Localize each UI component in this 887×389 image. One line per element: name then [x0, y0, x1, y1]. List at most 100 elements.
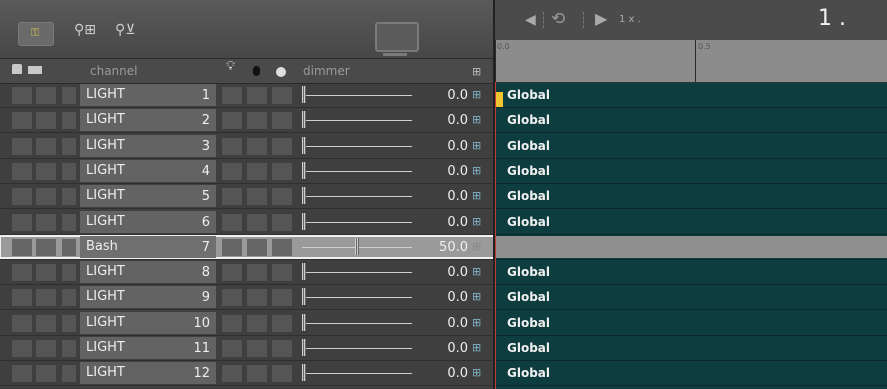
- visibility-toggle[interactable]: [36, 239, 56, 256]
- slider-knob[interactable]: [302, 162, 306, 179]
- row-handle[interactable]: [62, 112, 76, 129]
- track-band[interactable]: Global: [495, 109, 887, 131]
- bulb-off-toggle[interactable]: [247, 214, 267, 231]
- dimmer-slider[interactable]: [298, 185, 416, 207]
- track-band[interactable]: Global: [495, 362, 887, 384]
- lock-toggle[interactable]: [12, 264, 32, 281]
- visibility-toggle[interactable]: [36, 289, 56, 306]
- row-handle[interactable]: [62, 365, 76, 382]
- dimmer-slider[interactable]: [298, 261, 416, 283]
- dimmer-slider[interactable]: [298, 286, 416, 308]
- dot-toggle[interactable]: [272, 214, 292, 231]
- grid-icon[interactable]: ⊞: [472, 113, 481, 126]
- dimmer-slider[interactable]: [298, 337, 416, 359]
- channel-name-box[interactable]: LIGHT 4: [80, 160, 216, 182]
- dimmer-value[interactable]: 0.0: [420, 164, 468, 179]
- row-handle[interactable]: [62, 138, 76, 155]
- bulb-toggle[interactable]: [222, 112, 242, 129]
- slider-knob[interactable]: [302, 213, 306, 230]
- dimmer-value[interactable]: 0.0: [420, 316, 468, 331]
- channel-row[interactable]: LIGHT 9 0.0 ⊞: [0, 286, 494, 308]
- channel-name-box[interactable]: LIGHT 6: [80, 211, 216, 233]
- bulb-off-toggle[interactable]: [247, 315, 267, 332]
- dot-toggle[interactable]: [272, 315, 292, 332]
- lock-toggle[interactable]: [12, 138, 32, 155]
- visibility-toggle[interactable]: [36, 315, 56, 332]
- bulb-toggle[interactable]: [222, 315, 242, 332]
- dimmer-value[interactable]: 0.0: [420, 113, 468, 128]
- channel-row[interactable]: LIGHT 5 0.0 ⊞: [0, 185, 494, 207]
- slider-knob[interactable]: [302, 314, 306, 331]
- loop-icon[interactable]: ⟲: [551, 9, 565, 29]
- channel-row[interactable]: LIGHT 1 0.0 ⊞: [0, 84, 494, 106]
- grid-icon[interactable]: ⊞: [472, 88, 481, 101]
- grid-icon[interactable]: ⊞: [472, 265, 481, 278]
- row-handle[interactable]: [62, 163, 76, 180]
- track-band[interactable]: Global: [495, 135, 887, 157]
- visibility-toggle[interactable]: [36, 138, 56, 155]
- dimmer-value[interactable]: 0.0: [420, 215, 468, 230]
- dimmer-slider[interactable]: [298, 236, 416, 258]
- dimmer-value[interactable]: 0.0: [420, 366, 468, 381]
- grid-icon[interactable]: ⊞: [472, 139, 481, 152]
- track-band[interactable]: Global: [495, 211, 887, 233]
- lock-toggle[interactable]: [12, 239, 32, 256]
- channel-name-box[interactable]: Bash 7: [80, 236, 216, 258]
- dimmer-value[interactable]: 0.0: [420, 290, 468, 305]
- row-handle[interactable]: [62, 188, 76, 205]
- lock-toggle[interactable]: [12, 214, 32, 231]
- channel-row[interactable]: LIGHT 3 0.0 ⊞: [0, 135, 494, 157]
- channel-row[interactable]: LIGHT 11 0.0 ⊞: [0, 337, 494, 359]
- visibility-toggle[interactable]: [36, 340, 56, 357]
- track-band[interactable]: Global: [495, 337, 887, 359]
- slider-knob[interactable]: [302, 111, 306, 128]
- bulb-off-toggle[interactable]: [247, 365, 267, 382]
- channel-row[interactable]: LIGHT 10 0.0 ⊞: [0, 312, 494, 334]
- channel-row[interactable]: Bash 7 50.0 ⊞: [0, 235, 495, 259]
- bulb-toggle[interactable]: [222, 239, 242, 256]
- group-button[interactable]: ⚲⊞: [74, 22, 108, 44]
- dot-toggle[interactable]: [272, 289, 292, 306]
- channel-name-box[interactable]: LIGHT 8: [80, 261, 216, 283]
- bulb-off-toggle[interactable]: [247, 239, 267, 256]
- bulb-off-toggle[interactable]: [247, 188, 267, 205]
- visibility-toggle[interactable]: [36, 87, 56, 104]
- dot-toggle[interactable]: [272, 87, 292, 104]
- slider-knob[interactable]: [302, 288, 306, 305]
- track-band[interactable]: Global: [495, 185, 887, 207]
- time-ruler[interactable]: 0.0 0.5: [495, 40, 887, 108]
- dimmer-value[interactable]: 0.0: [420, 139, 468, 154]
- dimmer-slider[interactable]: [298, 362, 416, 384]
- row-handle[interactable]: [62, 214, 76, 231]
- track-band[interactable]: Global: [495, 160, 887, 182]
- bulb-off-toggle[interactable]: [247, 112, 267, 129]
- dimmer-value[interactable]: 50.0: [420, 240, 468, 255]
- grid-icon[interactable]: ⊞: [472, 316, 481, 329]
- channel-name-box[interactable]: LIGHT 10: [80, 312, 216, 334]
- dimmer-value[interactable]: 0.0: [420, 189, 468, 204]
- visibility-toggle[interactable]: [36, 112, 56, 129]
- row-handle[interactable]: [62, 87, 76, 104]
- dimmer-slider[interactable]: [298, 109, 416, 131]
- dot-toggle[interactable]: [272, 239, 292, 256]
- channel-name-box[interactable]: LIGHT 1: [80, 84, 216, 106]
- row-handle[interactable]: [62, 289, 76, 306]
- bulb-off-toggle[interactable]: [247, 340, 267, 357]
- dot-toggle[interactable]: [272, 264, 292, 281]
- dot-toggle[interactable]: [272, 112, 292, 129]
- dot-toggle[interactable]: [272, 188, 292, 205]
- dimmer-slider[interactable]: [298, 211, 416, 233]
- track-band[interactable]: Global: [495, 286, 887, 308]
- monitor-icon[interactable]: [375, 22, 419, 56]
- dot-toggle[interactable]: [272, 340, 292, 357]
- lock-toggle[interactable]: [12, 365, 32, 382]
- lock-toggle[interactable]: [12, 87, 32, 104]
- visibility-toggle[interactable]: [36, 365, 56, 382]
- channel-name-box[interactable]: LIGHT 11: [80, 337, 216, 359]
- channel-name-box[interactable]: LIGHT 3: [80, 135, 216, 157]
- lock-toggle[interactable]: [12, 188, 32, 205]
- bulb-toggle[interactable]: [222, 138, 242, 155]
- bulb-toggle[interactable]: [222, 214, 242, 231]
- visibility-toggle[interactable]: [36, 163, 56, 180]
- dot-toggle[interactable]: [272, 138, 292, 155]
